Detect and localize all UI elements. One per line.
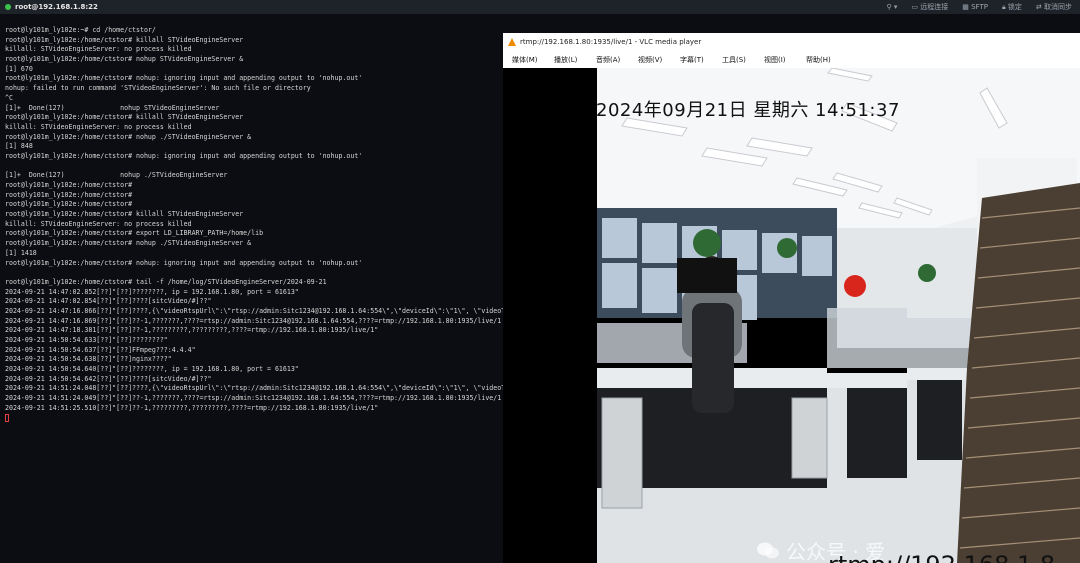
video-area[interactable]: 2024年09月21日 星期六 14:51:37 公众号 · 爱 rtmp://… [503, 68, 1080, 563]
camera-feed-image [597, 68, 1080, 563]
terminal-line: [1] 670 [5, 64, 33, 73]
terminal-line: [1]+ Done(127) nohup ./STVideoEngineServ… [5, 171, 228, 180]
terminal-prompt-line [5, 413, 503, 424]
terminal-line: 2024-09-21 14:47:18.381[??]"[??]??-1,???… [5, 326, 379, 335]
terminal-line: 2024-09-21 14:47:02.854[??]"[??]????[sit… [5, 297, 212, 306]
vlc-menu-item[interactable]: 工具(S) [722, 55, 764, 65]
terminal-line: [1]+ Done(127) nohup STVideoEngineServer [5, 103, 220, 112]
titlebar-actions: ⚲ ▾ ▭ 远程连接 ▦ SFTP 🔒︎ 锁定 ⇄ 取消同步 [887, 2, 1072, 12]
vlc-titlebar: rtmp://192.168.1.80:1935/live/1 - VLC me… [503, 33, 1080, 51]
terminal-line: killall: STVideoEngineServer: no process… [5, 219, 192, 228]
terminal-line: root@ly101m_ly102e:~# cd /home/ctstor/ [5, 26, 156, 34]
terminal-line: root@ly101m_ly102e:/home/ctstor# nohup: … [5, 258, 363, 267]
vlc-menu-item[interactable]: 帮助(H) [806, 55, 848, 65]
terminal-line: root@ly101m_ly102e:/home/ctstor# nohup .… [5, 132, 252, 141]
terminal-line: root@ly101m_ly102e:/home/ctstor# nohup: … [5, 151, 363, 160]
terminal-line: 2024-09-21 14:50:54.640[??]"[??]????????… [5, 365, 299, 374]
remote-desktop-button[interactable]: ▭ 远程连接 [911, 2, 948, 12]
terminal-line: 2024-09-21 14:50:54.637[??]"[??]FFmpeg??… [5, 345, 196, 354]
vlc-menubar: 媒体(M) 播放(L) 音频(A) 视频(V) 字幕(T) 工具(S) 视图(I) 帮助(H) [503, 51, 1080, 69]
terminal-line: [1] 848 [5, 142, 33, 151]
terminal-line: 2024-09-21 14:50:54.638[??]"[??]nginx???… [5, 355, 172, 364]
terminal-line: killall: STVideoEngineServer: no process… [5, 122, 192, 131]
terminal-line: root@ly101m_ly102e:/home/ctstor# nohup S… [5, 55, 244, 64]
terminal-line: root@ly101m_ly102e:/home/ctstor# [5, 181, 133, 189]
terminal-line: 2024-09-21 14:50:54.642[??]"[??]????[sit… [5, 374, 212, 383]
vlc-window: rtmp://192.168.1.80:1935/live/1 - VLC me… [503, 33, 1080, 563]
location-pin-icon[interactable]: ⚲ ▾ [887, 3, 898, 11]
terminal-line: 2024-09-21 14:51:25.510[??]"[??]??-1,???… [5, 403, 379, 412]
vlc-menu-item[interactable]: 播放(L) [554, 55, 596, 65]
vlc-window-title: rtmp://192.168.1.80:1935/live/1 - VLC me… [520, 38, 702, 46]
vlc-cone-icon [508, 38, 516, 46]
terminal-line: 2024-09-21 14:47:16.869[??]"[??]??-1,???… [5, 316, 502, 325]
terminal-line: 2024-09-21 14:47:16.866[??]"[??]????,{\"… [5, 306, 503, 315]
terminal-line: root@ly101m_ly102e:/home/ctstor# killall… [5, 113, 244, 122]
vlc-menu-item[interactable]: 字幕(T) [680, 55, 722, 65]
terminal-line: 2024-09-21 14:51:24.049[??]"[??]??-1,???… [5, 394, 502, 403]
terminal-line: root@ly101m_ly102e:/home/ctstor# killall… [5, 210, 244, 219]
wechat-icon [757, 542, 779, 558]
terminal-line: killall: STVideoEngineServer: no process… [5, 45, 192, 54]
terminal-line: root@ly101m_ly102e:/home/ctstor# [5, 190, 133, 199]
terminal-line: 2024-09-21 14:50:54.633[??]"[??]????????… [5, 336, 168, 344]
cancel-sync-button[interactable]: ⇄ 取消同步 [1036, 2, 1072, 12]
terminal-line: ^C [5, 93, 13, 102]
terminal-titlebar: root@192.168.1.8:22 ⚲ ▾ ▭ 远程连接 ▦ SFTP 🔒︎… [0, 0, 1080, 14]
vlc-menu-item[interactable]: 视图(I) [764, 55, 806, 65]
terminal-cursor [5, 413, 9, 422]
vlc-menu-item[interactable]: 视频(V) [638, 55, 680, 65]
terminal-output[interactable]: root@ly101m_ly102e:~# cd /home/ctstor/ro… [0, 14, 503, 563]
osd-timestamp: 2024年09月21日 星期六 14:51:37 [596, 100, 900, 121]
lock-button[interactable]: 🔒︎ 锁定 [1002, 2, 1022, 12]
terminal-line: root@ly101m_ly102e:/home/ctstor# tail -f… [5, 277, 327, 286]
terminal-line: root@ly101m_ly102e:/home/ctstor# nohup: … [5, 74, 363, 83]
vlc-menu-item[interactable]: 媒体(M) [512, 55, 554, 65]
terminal-line: root@ly101m_ly102e:/home/ctstor# export … [5, 229, 264, 238]
session-host: root@192.168.1.8:22 [15, 3, 98, 11]
osd-stream-url: rtmp://192.168.1.8 [828, 551, 1055, 563]
vlc-menu-item[interactable]: 音频(A) [596, 55, 638, 65]
terminal-line: [1] 1418 [5, 248, 37, 257]
sftp-button[interactable]: ▦ SFTP [962, 3, 988, 11]
connection-status-icon [5, 4, 11, 10]
terminal-line: nohup: failed to run command 'STVideoEng… [5, 84, 311, 93]
terminal-line: root@ly101m_ly102e:/home/ctstor# killall… [5, 35, 244, 44]
terminal-line: root@ly101m_ly102e:/home/ctstor# nohup .… [5, 239, 252, 248]
terminal-lines: root@ly101m_ly102e:~# cd /home/ctstor/ro… [0, 14, 503, 423]
terminal-line: root@ly101m_ly102e:/home/ctstor# [5, 200, 133, 209]
terminal-line: 2024-09-21 14:47:02.852[??]"[??]????????… [5, 287, 299, 296]
terminal-line: 2024-09-21 14:51:24.048[??]"[??]????,{\"… [5, 384, 503, 393]
